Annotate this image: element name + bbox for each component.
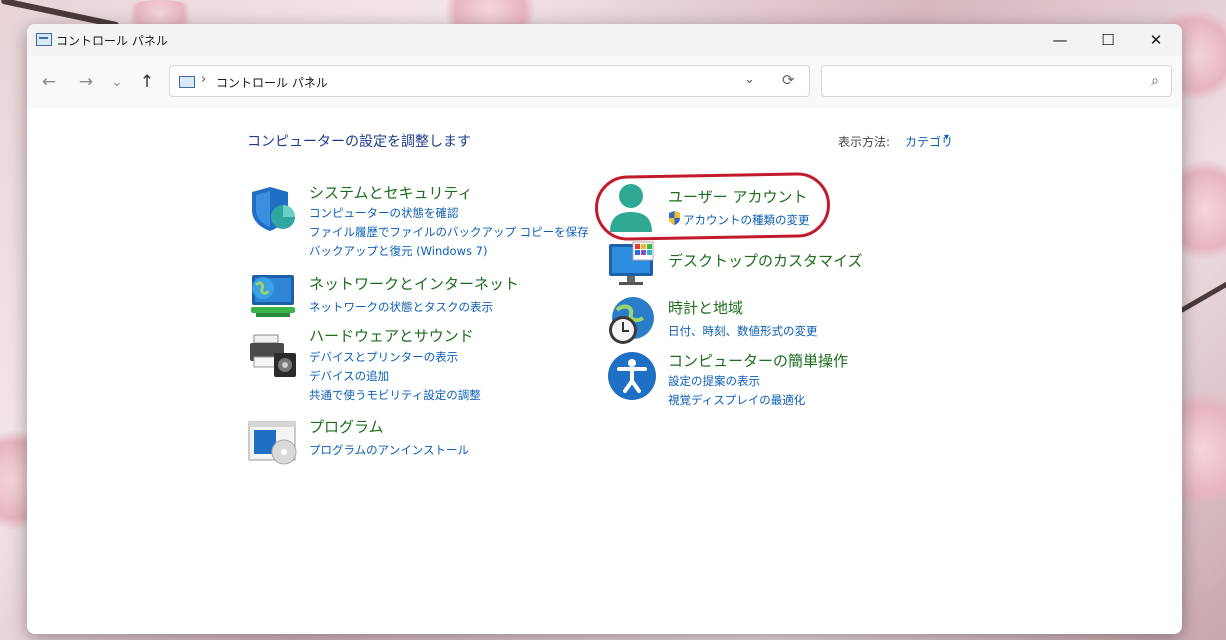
caret-down-icon[interactable]: ▾ (944, 132, 949, 143)
link-mobility-settings[interactable]: 共通で使うモビリティ設定の調整 (309, 387, 481, 403)
forward-arrow-icon: → (78, 72, 94, 92)
address-bar[interactable]: › コントロール パネル › ⌄ ⟳ (169, 65, 810, 97)
back-arrow-icon: ← (41, 72, 57, 92)
shield-icon[interactable] (248, 186, 298, 232)
up-arrow-icon: ↑ (139, 72, 155, 92)
close-icon: ✕ (1149, 31, 1163, 49)
category-system-security[interactable]: システムとセキュリティ (309, 182, 473, 203)
search-box[interactable]: ⌕ (821, 65, 1172, 97)
back-button[interactable]: ← (37, 70, 61, 94)
minimize-button[interactable]: — (1036, 24, 1084, 56)
printer-speaker-icon[interactable] (248, 333, 300, 379)
minimize-icon: — (1052, 31, 1068, 49)
refresh-icon[interactable]: ⟳ (782, 71, 795, 89)
link-optimize-visual-display[interactable]: 視覚ディスプレイの最適化 (668, 392, 805, 408)
forward-button[interactable]: → (74, 70, 98, 94)
red-highlight-circle (594, 171, 831, 242)
link-backup-restore[interactable]: バックアップと復元 (Windows 7) (309, 243, 487, 259)
category-ease-of-access[interactable]: コンピューターの簡単操作 (668, 350, 848, 371)
close-button[interactable]: ✕ (1132, 24, 1180, 56)
link-change-date-time-format[interactable]: 日付、時刻、数値形式の変更 (668, 323, 818, 339)
address-dropdown-icon[interactable]: ⌄ (744, 72, 755, 87)
category-programs[interactable]: プログラム (309, 416, 384, 437)
breadcrumb-separator-icon[interactable]: › (201, 72, 206, 87)
window-title: コントロール パネル (56, 34, 168, 48)
link-add-device[interactable]: デバイスの追加 (309, 368, 389, 384)
recent-locations-button[interactable]: ⌄ (105, 70, 129, 94)
search-icon: ⌕ (1151, 73, 1159, 89)
maximize-icon: ☐ (1101, 31, 1115, 49)
link-file-history-backup[interactable]: ファイル履歴でファイルのバックアップ コピーを保存 (309, 224, 589, 240)
view-by-label: 表示方法: (838, 135, 891, 149)
category-appearance-personalization[interactable]: デスクトップのカスタマイズ (668, 250, 863, 271)
clock-globe-icon[interactable] (607, 296, 657, 346)
page-heading: コンピューターの設定を調整します (247, 134, 471, 150)
chevron-down-icon: ⌄ (111, 74, 123, 90)
link-network-status-tasks[interactable]: ネットワークの状態とタスクの表示 (309, 299, 493, 315)
programs-disc-icon[interactable] (248, 420, 298, 466)
control-panel-icon (179, 76, 195, 88)
monitor-icon[interactable] (607, 240, 657, 288)
category-clock-region[interactable]: 時計と地域 (668, 297, 743, 318)
link-devices-printers[interactable]: デバイスとプリンターの表示 (309, 349, 458, 365)
network-globe-icon[interactable] (248, 271, 298, 319)
category-hardware-sound[interactable]: ハードウェアとサウンド (309, 325, 474, 346)
control-panel-window: コントロール パネル — ☐ ✕ ← → ⌄ ↑ › コントロール パネル › … (27, 24, 1182, 634)
up-button[interactable]: ↑ (135, 70, 159, 94)
title-bar[interactable]: コントロール パネル — ☐ ✕ (27, 24, 1182, 56)
control-panel-app-icon (36, 33, 52, 46)
category-network-internet[interactable]: ネットワークとインターネット (309, 273, 519, 294)
accessibility-icon[interactable] (607, 351, 657, 401)
maximize-button[interactable]: ☐ (1084, 24, 1132, 56)
link-uninstall-program[interactable]: プログラムのアンインストール (309, 442, 469, 458)
link-check-computer-status[interactable]: コンピューターの状態を確認 (309, 205, 459, 221)
navigation-bar: ← → ⌄ ↑ › コントロール パネル › ⌄ ⟳ ⌕ (27, 56, 1182, 108)
link-recommended-settings[interactable]: 設定の提案の表示 (668, 373, 760, 389)
breadcrumb-separator-icon[interactable]: › (308, 72, 313, 87)
